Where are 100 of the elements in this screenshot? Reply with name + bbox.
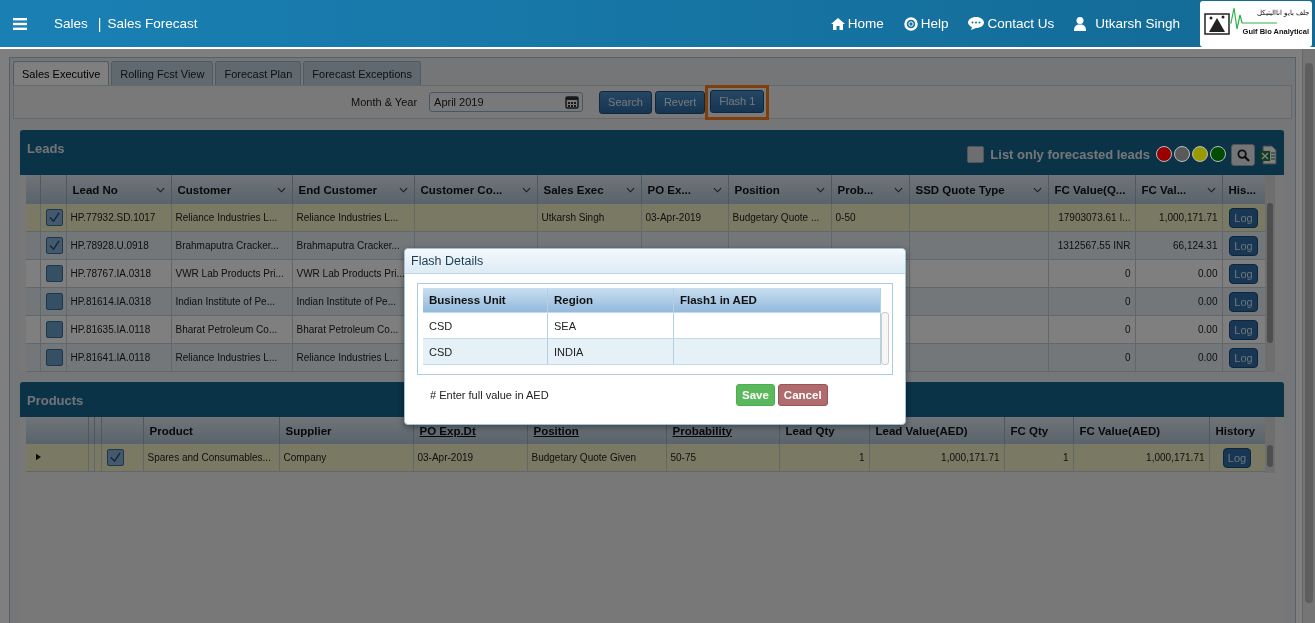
table-cell: 1: [858, 452, 865, 463]
table-cell: Reliance Industries L...: [296, 352, 399, 363]
status-dot[interactable]: [1192, 146, 1208, 162]
chevron-down-icon[interactable]: [276, 186, 286, 193]
chevron-down-icon[interactable]: [1206, 186, 1216, 193]
log-button[interactable]: Log: [1229, 319, 1258, 340]
table-cell: Reliance Industries L...: [175, 352, 278, 363]
scrollbar[interactable]: [881, 312, 889, 365]
log-button[interactable]: Log: [1229, 235, 1258, 256]
column-header[interactable]: SSD Quote Type: [909, 175, 1048, 204]
column-header[interactable]: Customer: [171, 175, 292, 204]
column-header[interactable]: Product: [143, 417, 279, 444]
nav-link[interactable]: Contact Us: [968, 16, 1055, 31]
module-title: Sales: [54, 16, 88, 31]
checkbox[interactable]: [967, 146, 985, 163]
chevron-down-icon[interactable]: [893, 186, 903, 193]
menu-icon[interactable]: [13, 17, 27, 30]
table-cell: HP.81614.IA.0318: [70, 296, 151, 307]
checkbox[interactable]: [45, 293, 63, 310]
page-scrollbar[interactable]: [1302, 49, 1315, 623]
table-cell: HP.78928.U.0918: [70, 240, 149, 251]
column-header[interactable]: Lead Value(AED): [869, 417, 1004, 444]
nav-link[interactable]: Utkarsh Singh: [1074, 16, 1180, 31]
table-cell: 03-Apr-2019: [645, 212, 702, 223]
expand-icon[interactable]: [36, 453, 41, 461]
column-header[interactable]: FC Value(AED): [1073, 417, 1209, 444]
chevron-down-icon[interactable]: [521, 186, 531, 193]
checkbox[interactable]: [106, 449, 124, 466]
status-dot[interactable]: [1174, 146, 1190, 162]
table-cell: 0: [1124, 352, 1131, 363]
table-cell: Budgetary Quote ...: [732, 212, 820, 223]
column-header[interactable]: Position: [728, 175, 831, 204]
tab[interactable]: Sales Executive: [13, 61, 110, 85]
toolbar-button[interactable]: Flash 1: [710, 89, 765, 113]
nav-link[interactable]: Help: [903, 16, 949, 31]
table-cell: VWR Lab Products Pri...: [175, 268, 284, 279]
column-header[interactable]: History: [1209, 417, 1265, 444]
log-button[interactable]: Log: [1222, 447, 1252, 468]
tab[interactable]: Forecast Exceptions: [303, 61, 421, 85]
save-button[interactable]: Save: [736, 384, 775, 406]
spreadsheet-icon[interactable]: [1259, 145, 1277, 165]
column-header[interactable]: FC Qty: [1004, 417, 1073, 444]
column-header[interactable]: Customer Co...: [414, 175, 537, 204]
chevron-down-icon[interactable]: [815, 186, 825, 193]
toolbar-button[interactable]: Revert: [654, 90, 706, 114]
nav-link[interactable]: Home: [830, 16, 884, 31]
search-button[interactable]: [1231, 144, 1255, 166]
status-dot[interactable]: [1210, 146, 1226, 162]
calendar-icon[interactable]: [565, 95, 580, 109]
toolbar-button[interactable]: Search: [599, 90, 652, 114]
table-cell: 1: [1062, 452, 1069, 463]
checkbox[interactable]: [45, 209, 63, 226]
log-button[interactable]: Log: [1229, 291, 1258, 312]
column-header: Flash1 in AED: [674, 288, 881, 312]
checkbox[interactable]: [45, 265, 63, 282]
table-cell: 17903073.61 I...: [1058, 212, 1131, 223]
table-cell: Bharat Petroleum Co...: [296, 324, 399, 335]
chevron-down-icon[interactable]: [1032, 186, 1042, 193]
column-header[interactable]: PO Ex...: [641, 175, 728, 204]
tab[interactable]: Rolling Fcst View: [111, 61, 214, 85]
cancel-button[interactable]: Cancel: [777, 384, 828, 406]
log-button[interactable]: Log: [1229, 263, 1258, 284]
chevron-down-icon[interactable]: [625, 186, 635, 193]
title-separator: |: [97, 15, 102, 32]
chevron-down-icon[interactable]: [398, 186, 408, 193]
status-dot[interactable]: [1156, 146, 1172, 162]
table-cell: Spares and Consumables...: [147, 452, 271, 463]
table-cell: Budgetary Quote Given: [531, 452, 636, 463]
scrollbar[interactable]: [1265, 175, 1275, 372]
table-cell: Utkarsh Singh: [541, 212, 605, 223]
table-cell: VWR Lab Products Pri...: [296, 268, 405, 279]
column-header[interactable]: FC Value(Q...: [1048, 175, 1135, 204]
column-header[interactable]: End Customer: [292, 175, 414, 204]
tab[interactable]: Forecast Plan: [215, 61, 302, 85]
log-button[interactable]: Log: [1229, 347, 1258, 368]
table-cell: HP.81641.IA.0118: [70, 352, 151, 363]
column-header[interactable]: FC Val...: [1135, 175, 1222, 204]
selected-row[interactable]: HP.77932.SD.1017 Reliance Industries L... Reliance Industries L... Utkarsh Singh 03-Apr-2019 Budgetary Quote ... 0-50 17903073.61 I... 1,000,171.71 Log: [26, 204, 1265, 232]
checkbox[interactable]: [45, 237, 63, 254]
checkbox-label: List only forecasted leads: [990, 147, 1150, 162]
column-header[interactable]: Prob...: [831, 175, 909, 204]
chevron-down-icon[interactable]: [712, 186, 722, 193]
log-button[interactable]: Log: [1229, 207, 1258, 228]
date-field[interactable]: April 2019: [429, 92, 584, 112]
table-cell: SEA: [548, 313, 674, 338]
column-header[interactable]: His...: [1222, 175, 1265, 204]
scrollbar[interactable]: [1265, 417, 1275, 473]
checkbox[interactable]: [45, 349, 63, 366]
table-cell: Indian Institute of Pe...: [175, 296, 275, 307]
table-cell: 0: [1124, 268, 1131, 279]
chevron-down-icon[interactable]: [155, 186, 165, 193]
checkbox[interactable]: [45, 321, 63, 338]
table-cell: Brahmaputra Cracker...: [296, 240, 400, 251]
column-header[interactable]: Supplier: [279, 417, 413, 444]
search-icon: [1236, 148, 1250, 162]
table-cell: 0.00: [1198, 352, 1218, 363]
column-header[interactable]: Sales Exec: [537, 175, 641, 204]
column-header[interactable]: Lead No: [66, 175, 171, 204]
hint-text: # Enter full value in AED: [430, 389, 550, 401]
selected-row[interactable]: Spares and Consumables... Company 03-Apr-2019 Budgetary Quote Given 50-75 1 1,000,171.71 1 1,000,171.71 Log: [26, 444, 1265, 472]
